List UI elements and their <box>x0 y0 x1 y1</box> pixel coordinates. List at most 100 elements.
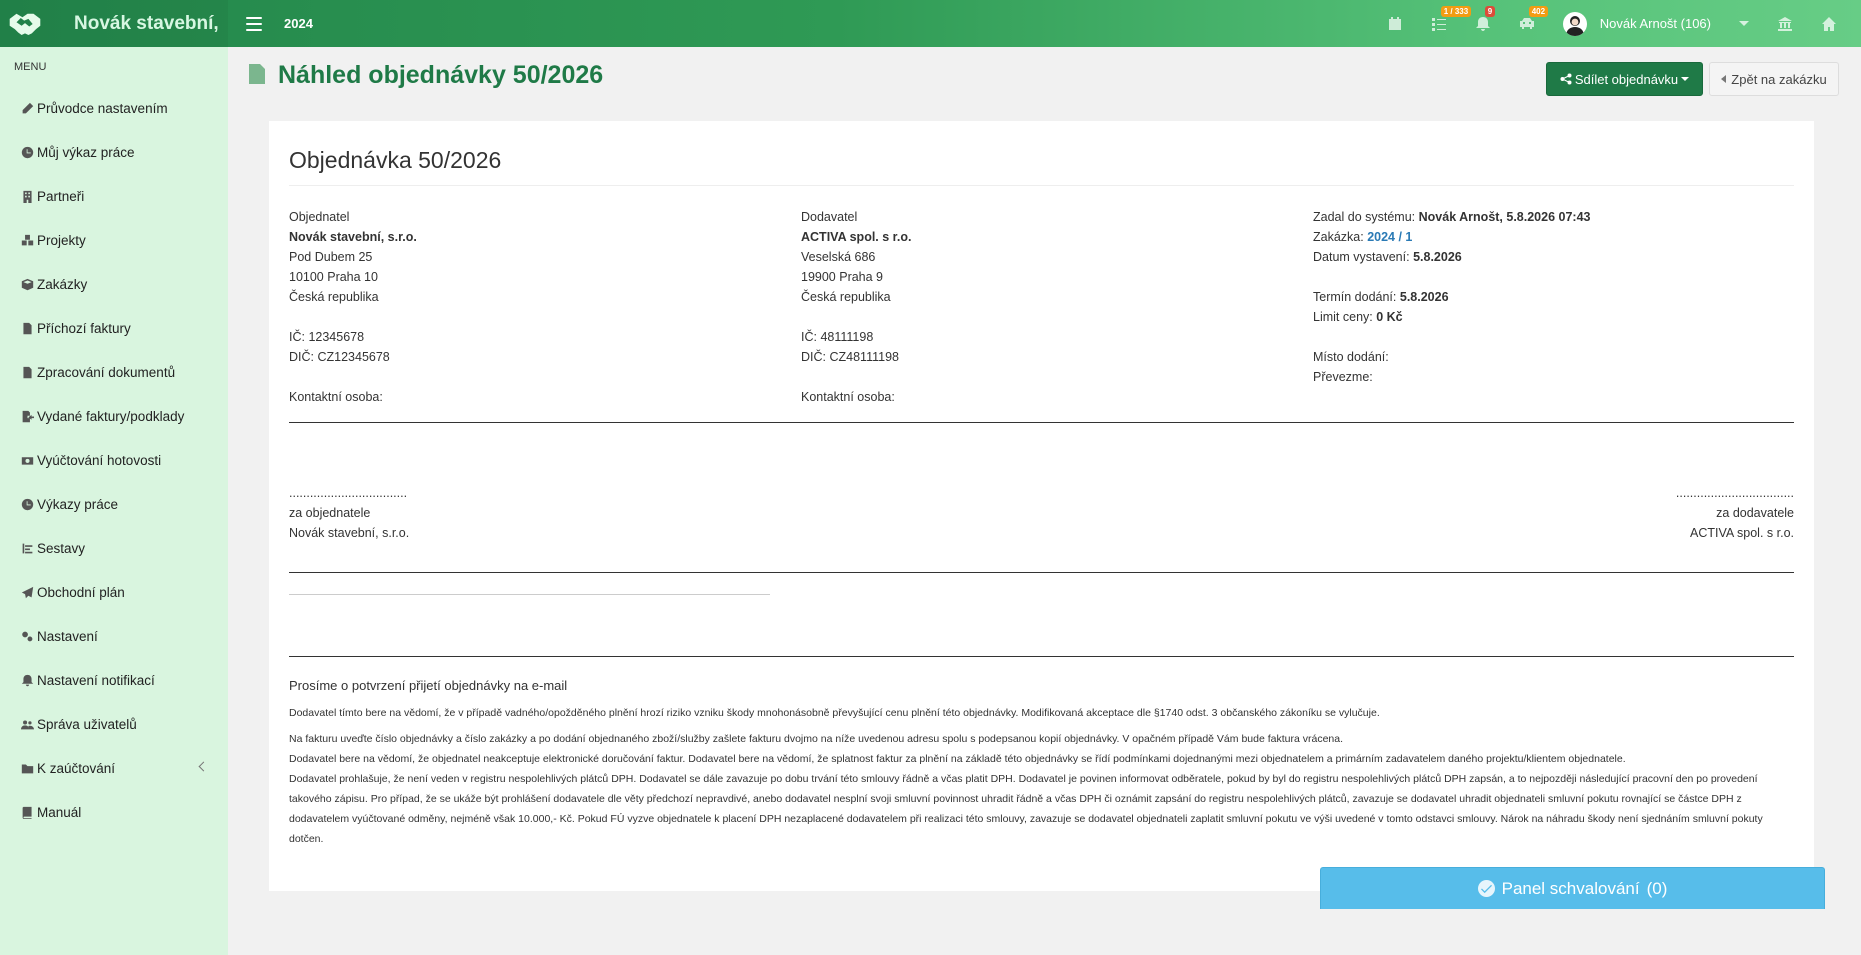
folder-icon <box>19 760 35 776</box>
orderer-signature-company: Novák stavební, s.r.o. <box>289 526 410 540</box>
divider <box>289 185 1794 186</box>
sidebar-item-notification-settings[interactable]: Nastavení notifikací <box>0 658 228 702</box>
price-limit-label: Limit ceny: <box>1313 310 1373 324</box>
cube-icon <box>19 276 35 292</box>
brand[interactable]: Novák stavební, <box>0 0 228 47</box>
orderer-signature-role: za objednatele <box>289 506 371 520</box>
orderer-block: Objednatel Novák stavební, s.r.o. Pod Du… <box>289 207 417 407</box>
supplier-contact: Kontaktní osoba: <box>801 390 895 404</box>
supplier-city: 19900 Praha 9 <box>801 270 884 284</box>
issue-date-value: 5.8.2026 <box>1413 250 1462 264</box>
issue-date-label: Datum vystavení: <box>1313 250 1410 264</box>
clock-icon <box>19 496 35 512</box>
menu-header: MENU <box>14 61 47 73</box>
back-to-job-button[interactable]: Zpět na zakázku <box>1709 62 1839 96</box>
bank-icon[interactable] <box>1763 0 1807 47</box>
notifications-badge: 9 <box>1484 6 1496 17</box>
calendar-icon[interactable] <box>1373 0 1417 47</box>
pickup-label: Převezme: <box>1313 370 1373 384</box>
sidebar-item-issued-invoices[interactable]: Vydané faktury/podklady <box>0 394 228 438</box>
order-title: Objednávka 50/2026 <box>289 147 502 173</box>
orderer-signature: .................................. za ob… <box>289 483 409 543</box>
sidebar-item-to-posting[interactable]: K zaúčtování <box>0 746 228 790</box>
clock-icon <box>19 144 35 160</box>
orderer-ic: IČ: 12345678 <box>289 330 365 344</box>
sidebar-item-label: Výkazy práce <box>37 496 119 512</box>
sidebar-item-label: Vydané faktury/podklady <box>37 408 185 424</box>
top-bar: Novák stavební, 2024 1 / 333 9 402 Novák… <box>0 0 1861 47</box>
sidebar-item-document-processing[interactable]: Zpracování dokumentů <box>0 350 228 394</box>
sidebar-item-jobs[interactable]: Zakázky <box>0 262 228 306</box>
tasks-icon[interactable]: 1 / 333 <box>1417 0 1472 47</box>
terms-paragraph: Dodavatel prohlašuje, že není veden v re… <box>289 773 1763 845</box>
entered-label: Zadal do systému: <box>1313 210 1416 224</box>
delivery-date-label: Termín dodání: <box>1313 290 1397 304</box>
job-link[interactable]: 2024 / 1 <box>1367 230 1412 244</box>
main-content: Náhled objednávky 50/2026 Sdílet objedná… <box>228 47 1861 955</box>
car-icon[interactable]: 402 <box>1505 0 1549 47</box>
sidebar-item-business-plan[interactable]: Obchodní plán <box>0 570 228 614</box>
share-icon <box>1560 73 1572 85</box>
supplier-country: Česká republika <box>801 290 891 304</box>
supplier-block: Dodavatel ACTIVA spol. s r.o. Veselská 6… <box>801 207 911 407</box>
approval-panel-button[interactable]: Panel schvalování (0) <box>1320 867 1825 909</box>
sidebar-item-timesheets[interactable]: Výkazy práce <box>0 482 228 526</box>
share-order-label: Sdílet objednávku <box>1574 71 1679 87</box>
sidebar-item-partners[interactable]: Partneři <box>0 174 228 218</box>
page-title: Náhled objednávky 50/2026 <box>248 61 603 90</box>
back-to-job-label: Zpět na zakázku <box>1731 71 1827 87</box>
divider <box>289 594 770 595</box>
sidebar-item-projects[interactable]: Projekty <box>0 218 228 262</box>
share-order-button[interactable]: Sdílet objednávku <box>1546 62 1703 96</box>
sidebar-item-label: Projekty <box>37 232 86 248</box>
supplier-street: Veselská 686 <box>801 250 876 264</box>
terms-paragraph: Na fakturu uveďte číslo objednávky a čís… <box>289 733 1344 745</box>
sidebar-item-my-timesheet[interactable]: Můj výkaz práce <box>0 130 228 174</box>
order-meta-block: Zadal do systému: Novák Arnošt, 5.8.2026… <box>1313 207 1590 387</box>
sidebar-item-label: Zakázky <box>37 276 88 292</box>
supplier-ic: IČ: 48111198 <box>801 330 874 344</box>
sidebar-item-incoming-invoices[interactable]: Příchozí faktury <box>0 306 228 350</box>
page-heading: Náhled objednávky 50/2026 <box>278 61 604 89</box>
sidebar-item-label: K zaúčtování <box>37 760 116 776</box>
menu-toggle-icon[interactable] <box>246 16 262 31</box>
user-menu[interactable]: Novák Arnošt (106) <box>1549 0 1763 47</box>
signature-line: .................................. <box>1675 486 1794 500</box>
orderer-contact: Kontaktní osoba: <box>289 390 383 404</box>
supplier-dic: DIČ: CZ48111198 <box>801 350 899 364</box>
sidebar-item-setup-wizard[interactable]: Průvodce nastavením <box>0 86 228 130</box>
building-icon <box>19 188 35 204</box>
sidebar-item-label: Příchozí faktury <box>37 320 131 336</box>
caret-down-icon <box>1681 77 1690 81</box>
year-selector[interactable]: 2024 <box>284 16 313 31</box>
orderer-heading: Objednatel <box>289 210 350 224</box>
home-icon[interactable] <box>1807 0 1851 47</box>
sidebar-item-settings[interactable]: Nastavení <box>0 614 228 658</box>
supplier-signature-role: za dodavatele <box>1716 506 1794 520</box>
chevron-left-icon[interactable] <box>198 761 209 772</box>
sidebar-item-label: Nastavení <box>37 628 98 644</box>
sidebar-item-manual[interactable]: Manuál <box>0 790 228 834</box>
export-document-icon <box>19 408 35 424</box>
sidebar-item-user-management[interactable]: Správa uživatelů <box>0 702 228 746</box>
divider <box>289 422 1794 423</box>
sidebar-item-label: Můj výkaz práce <box>37 144 135 160</box>
signature-line: .................................. <box>289 486 408 500</box>
book-icon <box>19 804 35 820</box>
orderer-city: 10100 Praha 10 <box>289 270 378 284</box>
list-icon <box>19 540 35 556</box>
document-icon <box>19 320 35 336</box>
supplier-name: ACTIVA spol. s r.o. <box>801 230 912 244</box>
divider <box>289 572 1794 573</box>
document-icon <box>248 63 266 88</box>
terms-paragraph: Dodavatel tímto bere na vědomí, že v pří… <box>289 707 1380 719</box>
bell-icon[interactable]: 9 <box>1461 0 1505 47</box>
sidebar-item-label: Vyúčtování hotovosti <box>37 452 162 468</box>
bell-icon <box>19 672 35 688</box>
sidebar-item-reports[interactable]: Sestavy <box>0 526 228 570</box>
orderer-dic: DIČ: CZ12345678 <box>289 350 390 364</box>
chevron-down-icon <box>1739 21 1749 26</box>
sidebar-item-cash-settlement[interactable]: Vyúčtování hotovosti <box>0 438 228 482</box>
supplier-heading: Dodavatel <box>801 210 858 224</box>
supplier-signature-company: ACTIVA spol. s r.o. <box>1690 526 1794 540</box>
